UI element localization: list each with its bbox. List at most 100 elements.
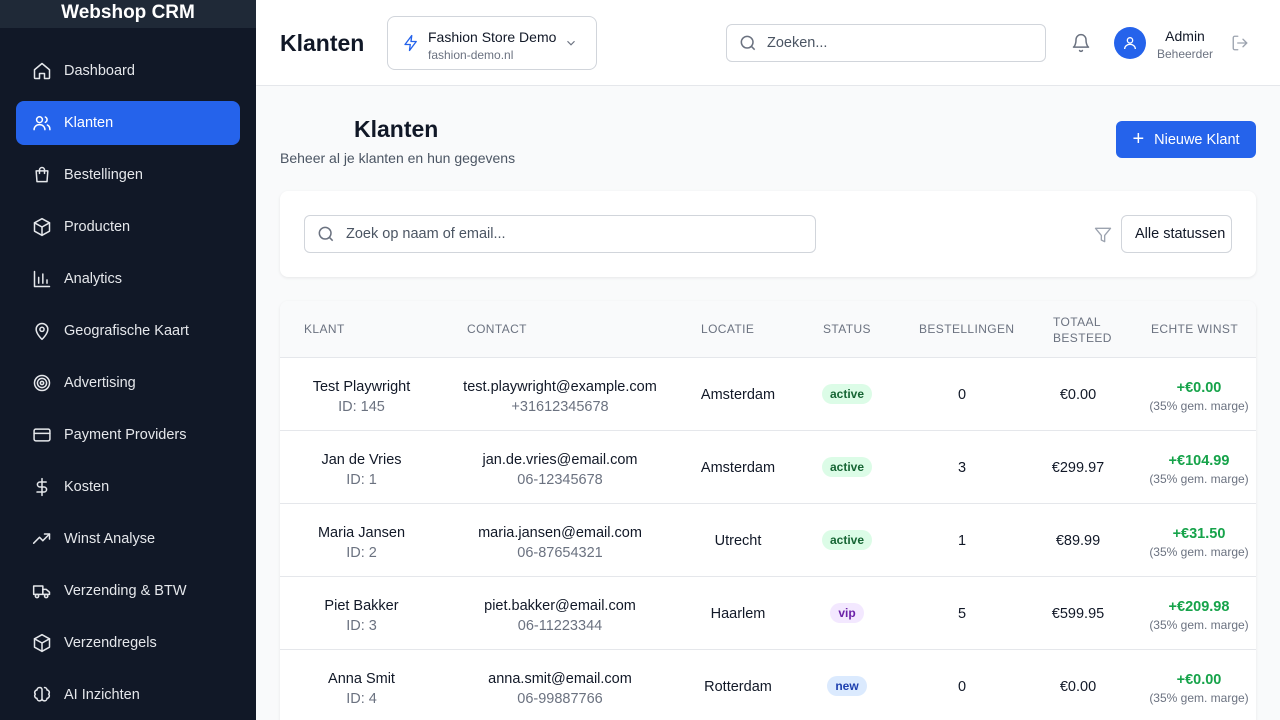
- sidebar-item-label: AI Inzichten: [64, 687, 140, 703]
- sidebar-item-label: Verzendregels: [64, 635, 157, 651]
- sidebar-item-klanten[interactable]: Klanten: [16, 101, 240, 145]
- app-brand: Webshop CRM: [0, 0, 256, 28]
- content-title: Klanten: [354, 116, 439, 142]
- sidebar-item-verzendregels[interactable]: Verzendregels: [16, 621, 240, 665]
- home-icon: [32, 61, 52, 81]
- sidebar-item-label: Advertising: [64, 375, 136, 391]
- status-cell: new: [808, 676, 886, 696]
- customer-orders: 1: [957, 533, 967, 549]
- bell-icon[interactable]: [1071, 33, 1091, 53]
- contact-cell: jan.de.vries@email.com 06-12345678: [450, 450, 670, 490]
- page-title: Klanten: [280, 30, 365, 56]
- sidebar-item-kosten[interactable]: Kosten: [16, 465, 240, 509]
- customer-phone: 06-87654321: [517, 545, 603, 561]
- search-icon: [738, 33, 758, 53]
- customer-spent: €89.99: [1055, 533, 1101, 549]
- sidebar-nav: Dashboard Klanten Bestellingen Producten…: [16, 49, 240, 720]
- users-icon: [32, 113, 52, 133]
- bar-chart-icon: [32, 269, 52, 289]
- customer-cell: Piet Bakker ID: 3: [294, 596, 429, 636]
- package-icon: [32, 217, 52, 237]
- column-header-totaal-line2: Besteed: [1053, 331, 1112, 345]
- store-selector[interactable]: Fashion Store Demo fashion-demo.nl: [387, 16, 597, 70]
- sidebar-item-label: Producten: [64, 219, 131, 235]
- target-icon: [32, 373, 52, 393]
- sidebar-item-producten[interactable]: Producten: [16, 205, 240, 249]
- sidebar-item-payment-providers[interactable]: Payment Providers: [16, 413, 240, 457]
- customer-orders: 0: [957, 387, 967, 403]
- box-icon: [32, 633, 52, 653]
- search-icon: [316, 224, 336, 244]
- customer-cell: Test Playwright ID: 145: [294, 377, 429, 417]
- plus-icon: +: [1132, 127, 1145, 150]
- sidebar-item-dashboard[interactable]: Dashboard: [16, 49, 240, 93]
- customer-id: ID: 4: [346, 691, 377, 707]
- table-row[interactable]: Piet Bakker ID: 3 piet.bakker@email.com …: [280, 577, 1256, 650]
- status-cell: active: [808, 530, 886, 550]
- sidebar-item-analytics[interactable]: Analytics: [16, 257, 240, 301]
- customer-phone: +31612345678: [511, 399, 609, 415]
- column-header-bestellingen: Bestellingen: [919, 322, 1015, 336]
- store-domain: fashion-demo.nl: [428, 48, 514, 62]
- map-pin-icon: [32, 321, 52, 341]
- user-icon: [1124, 37, 1136, 50]
- customer-orders: 5: [957, 606, 967, 622]
- column-header-winst: Echte Winst: [1151, 322, 1239, 336]
- avatar[interactable]: [1114, 27, 1146, 59]
- new-customer-label: Nieuwe Klant: [1154, 131, 1240, 148]
- sidebar-item-geografische-kaart[interactable]: Geografische Kaart: [16, 309, 240, 353]
- sidebar-item-verzending-btw[interactable]: Verzending & BTW: [16, 569, 240, 613]
- contact-cell: test.playwright@example.com +31612345678: [450, 377, 670, 417]
- customer-orders: 3: [957, 460, 967, 476]
- status-badge: active: [821, 384, 873, 404]
- sidebar-item-advertising[interactable]: Advertising: [16, 361, 240, 405]
- filter-icon: [1093, 225, 1113, 245]
- customer-email: maria.jansen@email.com: [478, 525, 642, 541]
- table-row[interactable]: Maria Jansen ID: 2 maria.jansen@email.co…: [280, 504, 1256, 577]
- customer-phone: 06-99887766: [517, 691, 603, 707]
- profit-margin-note: (35% gem. marge): [1149, 618, 1249, 632]
- user-name: Admin: [1165, 28, 1205, 44]
- profit-margin-note: (35% gem. marge): [1149, 399, 1249, 413]
- sidebar-item-label: Klanten: [64, 115, 114, 131]
- dollar-icon: [32, 477, 52, 497]
- sidebar-item-bestellingen[interactable]: Bestellingen: [16, 153, 240, 197]
- logout-icon[interactable]: [1231, 34, 1249, 52]
- status-cell: vip: [808, 603, 886, 623]
- contact-cell: anna.smit@email.com 06-99887766: [450, 669, 670, 709]
- customer-search-input[interactable]: [346, 226, 796, 242]
- customer-profit: +€104.99: [1168, 453, 1230, 469]
- top-header: Klanten Fashion Store Demo fashion-demo.…: [256, 0, 1280, 86]
- customer-phone: 06-11223344: [517, 618, 603, 634]
- profit-margin-note: (35% gem. marge): [1149, 545, 1249, 559]
- status-cell: active: [808, 384, 886, 404]
- sidebar: Webshop CRM Dashboard Klanten Bestelling…: [0, 0, 256, 720]
- customer-id: ID: 1: [346, 472, 377, 488]
- column-header-contact: Contact: [467, 322, 527, 336]
- credit-card-icon: [32, 425, 52, 445]
- sidebar-item-label: Analytics: [64, 271, 123, 287]
- global-search-input[interactable]: [767, 35, 1027, 51]
- customer-search: [304, 215, 816, 253]
- new-customer-button[interactable]: + Nieuwe Klant: [1116, 121, 1256, 158]
- status-badge: vip: [830, 603, 864, 623]
- customer-name: Maria Jansen: [317, 525, 406, 541]
- profit-margin-note: (35% gem. marge): [1149, 691, 1249, 705]
- customer-name: Anna Smit: [328, 671, 395, 687]
- customer-spent: €0.00: [1059, 387, 1097, 403]
- sidebar-item-ai-inzichten[interactable]: AI Inzichten: [16, 673, 240, 717]
- customer-id: ID: 3: [346, 618, 377, 634]
- profit-cell: +€209.98 (35% gem. marge): [1142, 598, 1256, 634]
- contact-cell: piet.bakker@email.com 06-11223344: [450, 596, 670, 636]
- status-filter-select[interactable]: Alle statussen: [1121, 215, 1232, 253]
- sidebar-item-winst-analyse[interactable]: Winst Analyse: [16, 517, 240, 561]
- truck-icon: [32, 581, 52, 601]
- table-row[interactable]: Test Playwright ID: 145 test.playwright@…: [280, 358, 1256, 431]
- customer-spent: €299.97: [1051, 460, 1105, 476]
- table-row[interactable]: Anna Smit ID: 4 anna.smit@email.com 06-9…: [280, 650, 1256, 720]
- lightning-icon: [402, 34, 420, 52]
- sidebar-item-label: Kosten: [64, 479, 110, 495]
- customer-id: ID: 2: [346, 545, 377, 561]
- brain-icon: [32, 685, 52, 705]
- table-row[interactable]: Jan de Vries ID: 1 jan.de.vries@email.co…: [280, 431, 1256, 504]
